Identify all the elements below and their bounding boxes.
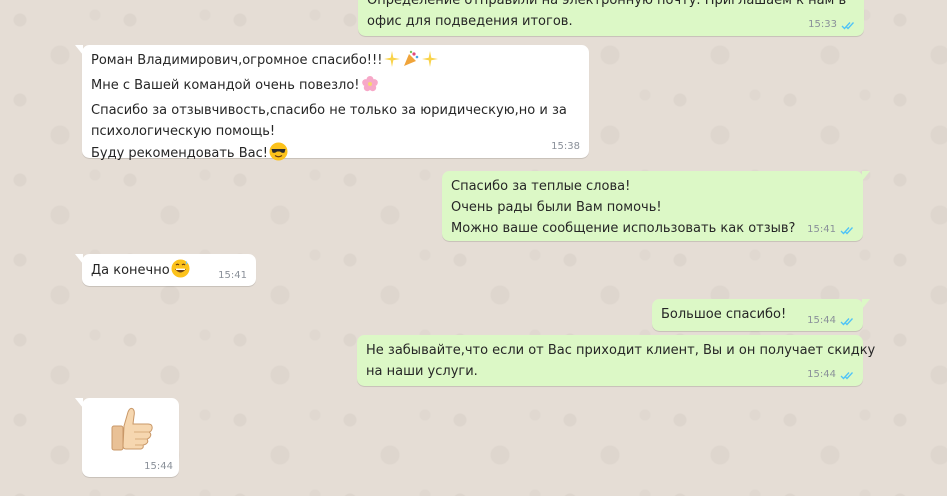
message-meta: 15:41 [807, 223, 854, 237]
bubble-tail [75, 45, 83, 55]
sparkles-emoji [383, 50, 401, 75]
bubble-tail [862, 171, 870, 181]
sparkles-emoji [421, 50, 439, 75]
message-bubble-incoming[interactable]: Роман Владимирович,огромное спасибо!!! М… [75, 45, 589, 161]
message-text-line: психологическую помощь! [91, 124, 276, 139]
message-text-line: Мне с Вашей командой очень повезло! [91, 78, 360, 93]
message-bubble-incoming[interactable]: Да конечно 15:41 [75, 254, 256, 286]
message-text-line: Определение отправили на электронную поч… [367, 0, 847, 8]
message-text-line: Роман Владимирович,огромное спасибо!!! [91, 53, 383, 68]
bubble-tail [75, 398, 83, 408]
message-text-line: Буду рекомендовать Вас! [91, 146, 268, 161]
message-meta: 15:38 [551, 140, 580, 154]
message-time: 15:44 [807, 315, 836, 326]
message-text-line: Да конечно [91, 263, 170, 278]
double-check-read-icon [840, 371, 854, 380]
message-time: 15:33 [808, 19, 837, 30]
bubble-tail [75, 254, 83, 264]
message-bubble-outgoing[interactable]: Большое спасибо! 15:44 [652, 299, 870, 331]
thumbs-up-emoji [106, 406, 156, 461]
chat-panel: Определение отправили на электронную поч… [0, 0, 947, 496]
double-check-read-icon [840, 317, 854, 326]
message-text-line: Можно ваше сообщение использовать как от… [451, 221, 796, 236]
message-meta: 15:44 [144, 460, 173, 474]
message-meta: 15:44 [807, 368, 854, 382]
grinning-sweat-emoji [171, 259, 190, 285]
message-bubble-outgoing[interactable]: Не забывайте,что если от Вас приходит кл… [357, 335, 876, 386]
message-time: 15:41 [218, 270, 247, 281]
message-meta: 15:41 [218, 269, 247, 283]
message-time: 15:38 [551, 141, 580, 152]
message-time: 15:44 [144, 461, 173, 472]
message-text-line: Спасибо за отзывчивость,спасибо не тольк… [91, 103, 567, 118]
message-bubble-outgoing[interactable]: Спасибо за теплые слова! Очень рады были… [442, 171, 870, 241]
message-text-line: Спасибо за теплые слова! [451, 179, 631, 194]
bubble-tail [862, 299, 870, 309]
message-text-line: на наши услуги. [366, 364, 478, 379]
message-time: 15:41 [807, 224, 836, 235]
cherry-blossom-emoji [361, 75, 379, 100]
message-text-line: офис для подведения итогов. [367, 14, 573, 29]
message-meta: 15:33 [808, 18, 855, 32]
party-popper-emoji [402, 50, 420, 75]
double-check-read-icon [841, 21, 855, 30]
message-text-line: Не забывайте,что если от Вас приходит кл… [366, 343, 876, 358]
message-time: 15:44 [807, 369, 836, 380]
message-bubble-outgoing[interactable]: Определение отправили на электронную поч… [358, 0, 864, 36]
double-check-read-icon [840, 226, 854, 235]
message-meta: 15:44 [807, 314, 854, 328]
message-bubble-incoming[interactable]: 15:44 [75, 398, 179, 477]
message-text-line: Очень рады были Вам помочь! [451, 200, 662, 215]
sunglasses-emoji [269, 142, 288, 168]
